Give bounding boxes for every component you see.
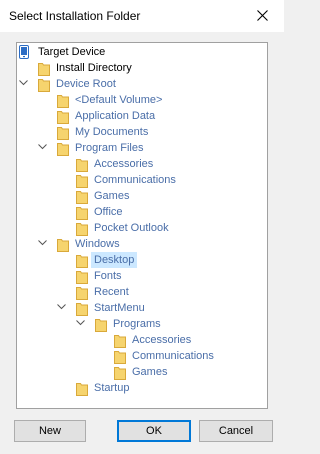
chevron-down-icon[interactable]: [38, 140, 48, 156]
folder-icon: [38, 76, 50, 92]
tree-item-windows[interactable]: Windows: [38, 236, 258, 252]
tree-item-recent[interactable]: Recent: [76, 284, 256, 300]
folder-icon: [114, 364, 126, 380]
close-icon: [257, 10, 268, 21]
tree-item-startup[interactable]: Startup: [76, 380, 256, 396]
tree-item-my-documents[interactable]: My Documents: [57, 124, 257, 140]
folder-icon: [57, 236, 69, 252]
tree-item-application-data[interactable]: Application Data: [57, 108, 257, 124]
new-button[interactable]: New: [14, 420, 86, 442]
folder-icon: [76, 284, 88, 300]
folder-icon: [76, 172, 88, 188]
folder-icon: [76, 204, 88, 220]
tree-label: Recent: [94, 286, 129, 298]
tree-label: Accessories: [94, 158, 154, 170]
tree-item-install-directory[interactable]: Install Directory: [38, 60, 258, 76]
tree-label: My Documents: [75, 126, 149, 138]
chevron-down-icon[interactable]: [76, 316, 86, 332]
folder-icon: [76, 188, 88, 204]
folder-icon: [76, 300, 88, 316]
tree-item-pf-office[interactable]: Office: [76, 204, 256, 220]
folder-icon: [57, 92, 69, 108]
folder-icon: [38, 60, 50, 76]
title-bar: Select Installation Folder: [0, 0, 284, 32]
tree-label: Accessories: [132, 334, 192, 346]
tree-item-pf-pocket-outlook[interactable]: Pocket Outlook: [76, 220, 256, 236]
chevron-down-icon[interactable]: [19, 76, 29, 92]
dialog-title: Select Installation Folder: [9, 9, 141, 23]
tree-item-pf-games[interactable]: Games: [76, 188, 256, 204]
tree-item-programs[interactable]: Programs: [76, 316, 256, 332]
folder-icon: [114, 332, 126, 348]
cancel-button[interactable]: Cancel: [199, 420, 273, 442]
folder-icon: [57, 108, 69, 124]
tree-label: Program Files: [75, 142, 144, 154]
chevron-down-icon[interactable]: [38, 236, 48, 252]
tree-label: Target Device: [38, 46, 106, 58]
tree-item-pf-communications[interactable]: Communications: [76, 172, 256, 188]
tree-item-program-files[interactable]: Program Files: [38, 140, 258, 156]
tree-label: Install Directory: [56, 62, 132, 74]
folder-icon: [57, 140, 69, 156]
tree-label: Device Root: [56, 78, 116, 90]
folder-icon: [114, 348, 126, 364]
folder-icon: [95, 316, 107, 332]
tree-item-target-device[interactable]: Target Device: [19, 44, 259, 60]
tree-item-pf-accessories[interactable]: Accessories: [76, 156, 256, 172]
chevron-down-icon[interactable]: [57, 300, 67, 316]
tree-label: Programs: [113, 318, 161, 330]
folder-icon: [76, 380, 88, 396]
tree-label: Communications: [132, 350, 214, 362]
folder-icon: [76, 252, 88, 268]
ok-button[interactable]: OK: [117, 420, 191, 442]
tree-label: Fonts: [94, 270, 122, 282]
tree-item-pr-accessories[interactable]: Accessories: [114, 332, 264, 348]
folder-icon: [76, 268, 88, 284]
close-button[interactable]: [240, 0, 284, 32]
folder-icon: [76, 220, 88, 236]
tree-label: Communications: [94, 174, 176, 186]
tree-label: Application Data: [75, 110, 156, 122]
tree-label: Games: [94, 190, 130, 202]
tree-item-startmenu[interactable]: StartMenu: [57, 300, 257, 316]
device-icon: [19, 44, 31, 60]
tree-item-pr-games[interactable]: Games: [114, 364, 264, 380]
tree-label: Games: [132, 366, 168, 378]
folder-icon: [76, 156, 88, 172]
tree-label: <Default Volume>: [75, 94, 163, 106]
folder-tree[interactable]: Target Device Install Directory Device R…: [16, 42, 268, 409]
tree-item-fonts[interactable]: Fonts: [76, 268, 256, 284]
tree-item-device-root[interactable]: Device Root: [19, 76, 259, 92]
tree-label: Windows: [75, 238, 120, 250]
folder-icon: [57, 124, 69, 140]
tree-label: Desktop: [91, 252, 138, 268]
tree-label: Office: [94, 206, 123, 218]
tree-item-pr-communications[interactable]: Communications: [114, 348, 264, 364]
tree-label: StartMenu: [94, 302, 145, 314]
tree-label: Startup: [94, 382, 130, 394]
tree-item-desktop[interactable]: Desktop: [76, 252, 256, 268]
tree-label: Pocket Outlook: [94, 222, 169, 234]
tree-item-default-volume[interactable]: <Default Volume>: [57, 92, 257, 108]
